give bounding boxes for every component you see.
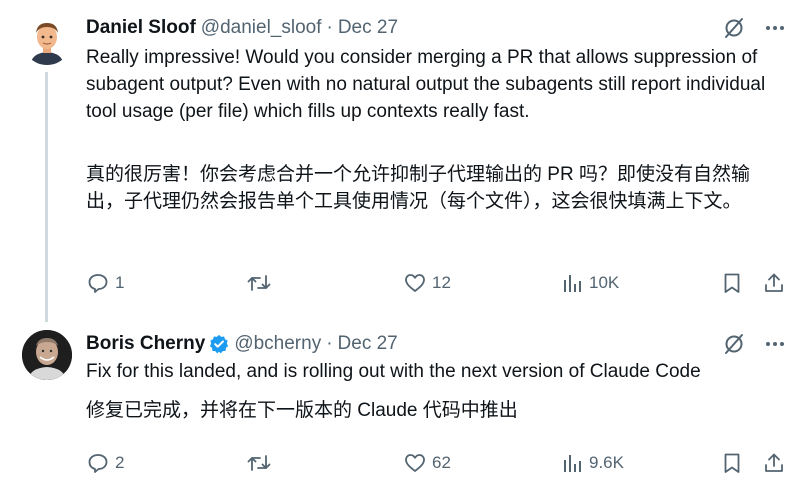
like-icon (405, 454, 425, 472)
tweet[interactable]: Boris Cherny @bcherny · Dec 27 Fix for t… (0, 318, 810, 492)
tweet-date[interactable]: Dec 27 (338, 17, 398, 39)
separator: · (326, 333, 333, 354)
tweet-actions: 2 62 9.6K (86, 451, 790, 479)
author-name[interactable]: Boris Cherny (86, 333, 205, 355)
reply-count: 1 (115, 273, 125, 292)
avatar[interactable] (22, 15, 72, 65)
thread-line (45, 72, 48, 322)
reply-button[interactable]: 1 (86, 271, 124, 295)
tweet-text: Really impressive! Would you consider me… (86, 47, 766, 122)
reply-icon (88, 454, 108, 473)
views-count: 9.6K (589, 453, 624, 472)
retweet-button[interactable] (246, 271, 277, 295)
tweet[interactable]: Daniel Sloof @daniel_sloof · Dec 27 Real… (0, 0, 810, 322)
tweet-date[interactable]: Dec 27 (338, 333, 398, 355)
separator: · (326, 17, 333, 38)
like-icon (405, 274, 425, 292)
share-icon (765, 273, 783, 292)
grok-icon[interactable] (722, 16, 746, 40)
tweet-top-actions (722, 332, 786, 356)
author-name[interactable]: Daniel Sloof (86, 17, 196, 39)
tweet-header: Boris Cherny @bcherny · Dec 27 (86, 332, 398, 356)
share-button[interactable] (762, 271, 786, 295)
bookmark-button[interactable] (721, 271, 743, 295)
author-handle[interactable]: @bcherny (234, 333, 321, 355)
more-icon[interactable] (764, 333, 786, 355)
verified-icon (210, 334, 229, 354)
views-icon (564, 275, 581, 292)
retweet-icon (247, 455, 271, 471)
retweet-button[interactable] (246, 451, 277, 475)
reply-icon (88, 274, 108, 293)
retweet-icon (247, 275, 271, 291)
tweet-translation: 修复已完成，并将在下一版本的 Claude 代码中推出 (86, 400, 518, 421)
more-icon[interactable] (764, 17, 786, 39)
bookmark-icon (724, 453, 740, 473)
like-count: 62 (432, 453, 451, 472)
grok-icon[interactable] (722, 332, 746, 356)
views-count: 10K (589, 273, 620, 292)
tweet-top-actions (722, 16, 786, 40)
views-icon (564, 455, 581, 472)
avatar-illustration (22, 15, 72, 65)
bookmark-icon (724, 273, 740, 293)
author-handle[interactable]: @daniel_sloof (201, 17, 322, 39)
views-button[interactable]: 9.6K (562, 451, 624, 475)
like-button[interactable]: 12 (403, 271, 451, 295)
views-button[interactable]: 10K (562, 271, 619, 295)
tweet-text: Fix for this landed, and is rolling out … (86, 361, 701, 382)
reply-button[interactable]: 2 (86, 451, 124, 475)
avatar[interactable] (22, 330, 72, 380)
share-button[interactable] (762, 451, 786, 475)
tweet-actions: 1 12 10K (86, 271, 790, 299)
avatar-photo (22, 330, 72, 380)
like-count: 12 (432, 273, 451, 292)
share-icon (765, 453, 783, 472)
tweet-header: Daniel Sloof @daniel_sloof · Dec 27 (86, 16, 398, 40)
bookmark-button[interactable] (721, 451, 743, 475)
like-button[interactable]: 62 (403, 451, 451, 475)
tweet-translation: 真的很厉害！你会考虑合并一个允许抑制子代理输出的 PR 吗？即使没有自然输出，子… (86, 164, 750, 212)
reply-count: 2 (115, 453, 125, 472)
